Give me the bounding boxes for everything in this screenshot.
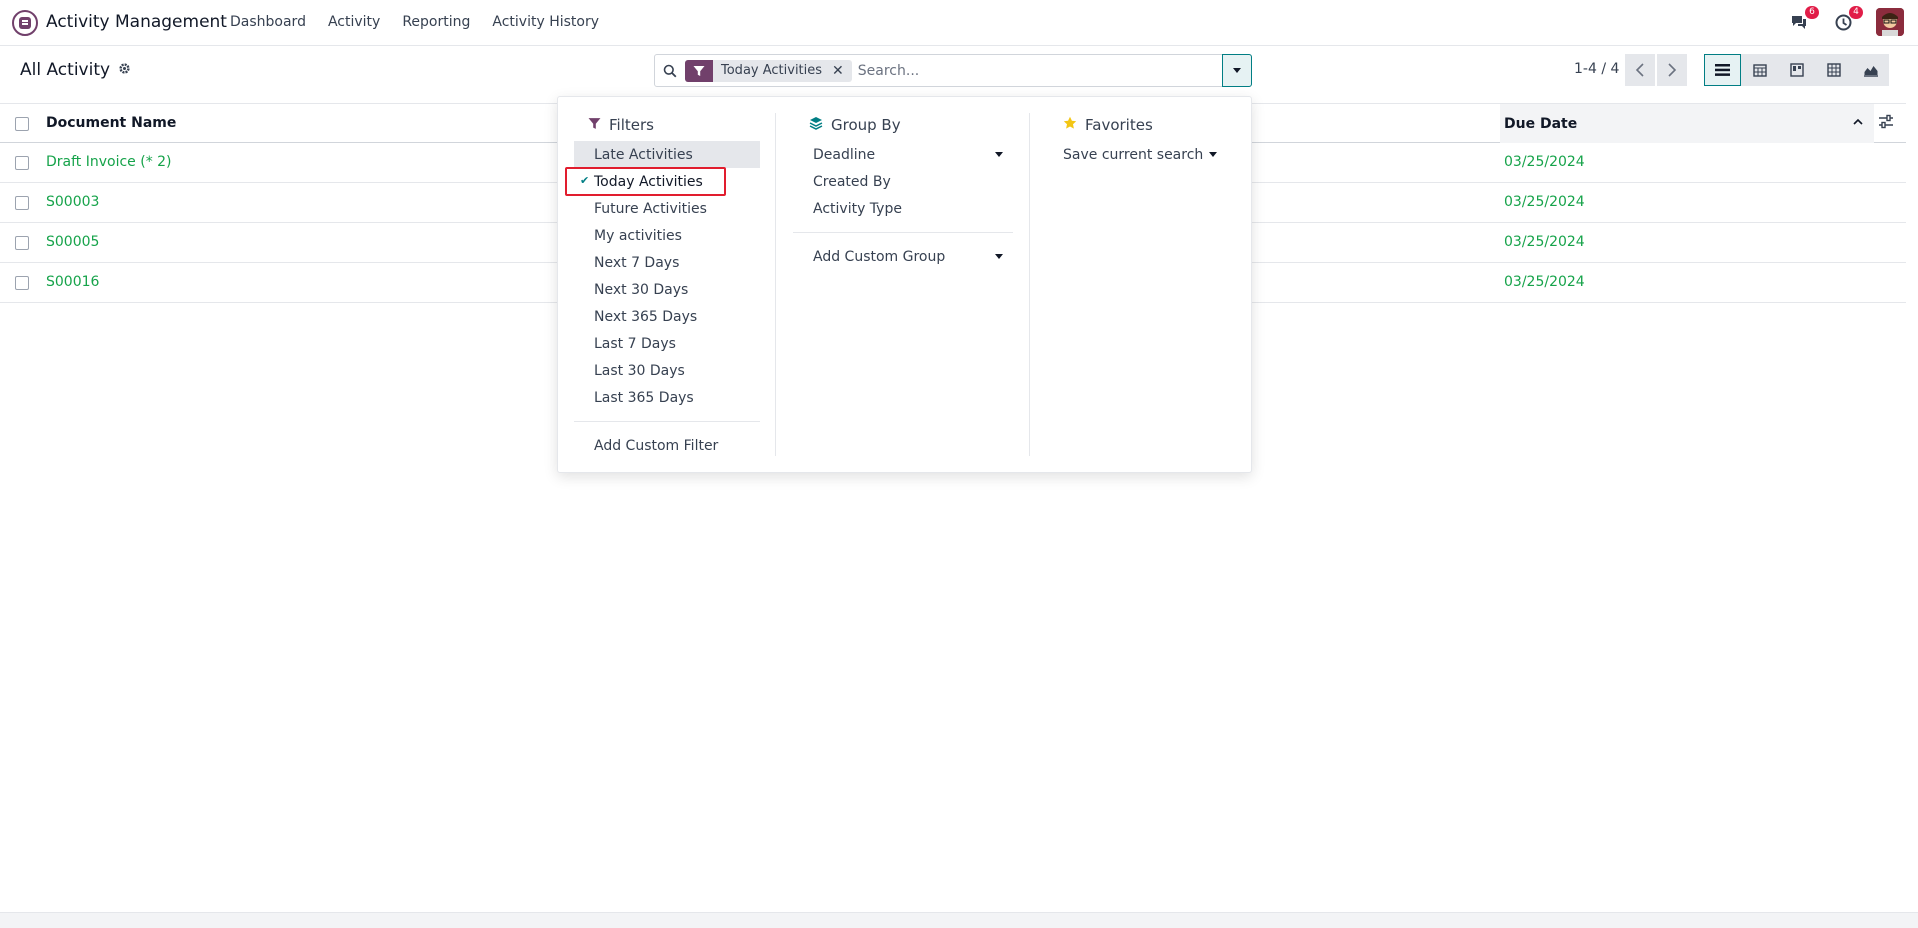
row-checkbox[interactable]	[15, 236, 29, 250]
add-custom-group[interactable]: Add Custom Group	[793, 243, 1013, 270]
filter-next-365-days[interactable]: Next 365 Days	[574, 303, 760, 330]
column-document-name[interactable]: Document Name	[46, 115, 176, 131]
search-icon[interactable]	[655, 55, 685, 86]
caret-down-icon	[1233, 68, 1241, 73]
row-checkbox[interactable]	[15, 196, 29, 210]
filter-last-365-days[interactable]: Last 365 Days	[574, 384, 760, 411]
filters-column: Filters Late Activities ✔ Today Activiti…	[565, 113, 776, 459]
filter-late-activities[interactable]: Late Activities	[574, 141, 760, 168]
divider	[793, 232, 1013, 233]
row-due-date: 03/25/2024	[1504, 274, 1585, 290]
page-title: All Activity	[20, 60, 111, 80]
row-document-name[interactable]: Draft Invoice (* 2)	[46, 154, 172, 170]
caret-down-icon	[995, 254, 1003, 259]
filter-icon	[588, 116, 601, 134]
calendar-view-button[interactable]	[1741, 54, 1778, 86]
row-checkbox[interactable]	[15, 156, 29, 170]
caret-down-icon	[1209, 152, 1217, 157]
messages-badge: 6	[1805, 6, 1819, 19]
messages-icon[interactable]: 6	[1788, 6, 1819, 33]
facet-value: Today Activities	[721, 63, 823, 78]
save-current-search[interactable]: Save current search	[1047, 141, 1227, 168]
main-menu: Dashboard Activity Reporting Activity Hi…	[230, 14, 621, 30]
column-due-date-label: Due Date	[1504, 115, 1578, 132]
row-due-date: 03/25/2024	[1504, 234, 1585, 250]
filter-my-activities[interactable]: My activities	[574, 222, 760, 249]
menu-dashboard[interactable]: Dashboard	[230, 14, 306, 30]
group-by-column: Group By Deadline Created By Activity Ty…	[793, 113, 1030, 456]
vertical-scrollbar[interactable]	[1906, 46, 1918, 912]
pager-previous-button[interactable]	[1625, 54, 1655, 86]
kanban-view-button[interactable]	[1778, 54, 1815, 86]
search-bar: Today Activities ✕	[654, 54, 1252, 87]
filter-next-7-days[interactable]: Next 7 Days	[574, 249, 760, 276]
filter-today-activities[interactable]: ✔ Today Activities	[565, 167, 760, 196]
filter-last-7-days[interactable]: Last 7 Days	[574, 330, 760, 357]
layers-icon	[809, 116, 823, 134]
gear-icon[interactable]	[118, 60, 131, 80]
group-by-created-by[interactable]: Created By	[793, 168, 1013, 195]
chevron-up-icon	[1852, 116, 1864, 132]
group-by-deadline-label: Deadline	[813, 146, 876, 163]
filter-future-activities[interactable]: Future Activities	[574, 195, 760, 222]
search-options-toggle[interactable]	[1222, 54, 1252, 87]
group-by-title: Group By	[793, 113, 1029, 137]
filters-title: Filters	[574, 113, 775, 137]
favorites-title: Favorites	[1047, 113, 1237, 137]
caret-down-icon	[995, 152, 1003, 157]
pivot-view-button[interactable]	[1815, 54, 1852, 86]
favorites-title-label: Favorites	[1085, 116, 1153, 134]
optional-columns-icon[interactable]	[1878, 114, 1894, 134]
select-all-checkbox[interactable]	[15, 117, 29, 131]
horizontal-scrollbar[interactable]	[0, 912, 1918, 928]
add-custom-filter[interactable]: Add Custom Filter	[574, 432, 760, 459]
check-icon: ✔	[580, 174, 590, 187]
app-menu-icon[interactable]	[12, 10, 38, 36]
view-switcher	[1704, 54, 1889, 86]
row-checkbox[interactable]	[15, 276, 29, 290]
row-document-name[interactable]: S00005	[46, 234, 99, 250]
activities-badge: 4	[1849, 6, 1863, 19]
filters-title-label: Filters	[609, 116, 654, 134]
menu-activity-history[interactable]: Activity History	[492, 14, 599, 30]
filter-next-30-days[interactable]: Next 30 Days	[574, 276, 760, 303]
divider	[574, 421, 760, 422]
search-facet: Today Activities ✕	[685, 59, 852, 82]
save-current-search-label: Save current search	[1063, 146, 1204, 163]
add-custom-group-label: Add Custom Group	[813, 248, 946, 265]
pager-next-button[interactable]	[1657, 54, 1687, 86]
row-due-date: 03/25/2024	[1504, 194, 1585, 210]
row-document-name[interactable]: S00003	[46, 194, 99, 210]
filter-icon	[685, 59, 713, 82]
pager-value[interactable]: 1-4 / 4	[1574, 61, 1619, 77]
graph-view-button[interactable]	[1852, 54, 1889, 86]
column-due-date[interactable]: Due Date	[1500, 104, 1874, 143]
list-view-button[interactable]	[1704, 54, 1741, 86]
star-icon	[1063, 116, 1077, 134]
group-by-activity-type[interactable]: Activity Type	[793, 195, 1013, 222]
systray: 6 4	[1788, 6, 1904, 36]
group-by-title-label: Group By	[831, 116, 901, 134]
activities-clock-icon[interactable]: 4	[1832, 6, 1863, 33]
row-document-name[interactable]: S00016	[46, 274, 99, 290]
app-name[interactable]: Activity Management	[46, 12, 227, 32]
menu-activity[interactable]: Activity	[328, 14, 380, 30]
row-due-date: 03/25/2024	[1504, 154, 1585, 170]
favorites-column: Favorites Save current search	[1047, 113, 1237, 456]
menu-reporting[interactable]: Reporting	[402, 14, 470, 30]
breadcrumb: All Activity	[20, 60, 131, 80]
search-input[interactable]	[857, 55, 1251, 86]
group-by-deadline[interactable]: Deadline	[793, 141, 1013, 168]
close-icon[interactable]: ✕	[828, 63, 852, 79]
top-navbar: Activity Management Dashboard Activity R…	[0, 0, 1918, 46]
user-avatar[interactable]	[1876, 8, 1904, 36]
search-panel-dropdown: Filters Late Activities ✔ Today Activiti…	[557, 96, 1252, 473]
filter-last-30-days[interactable]: Last 30 Days	[574, 357, 760, 384]
filter-today-activities-label: Today Activities	[594, 173, 703, 190]
